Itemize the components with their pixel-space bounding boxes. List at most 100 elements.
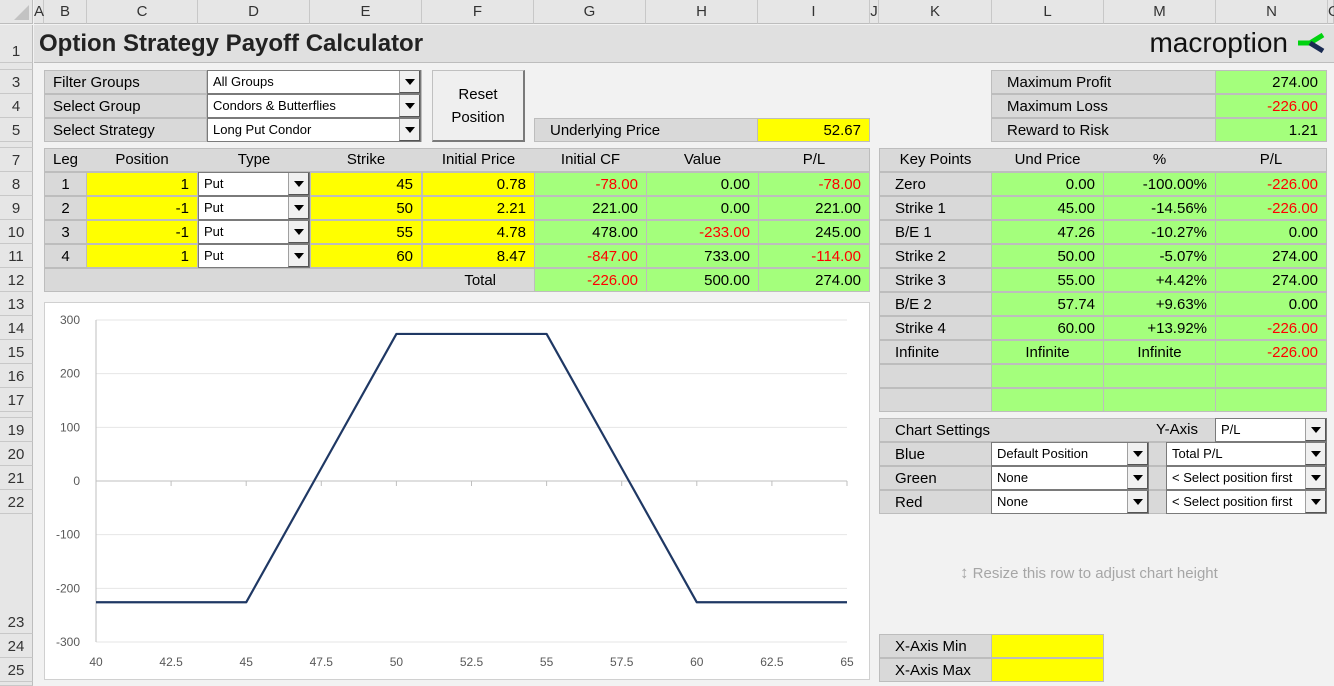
column-header-o[interactable]: O <box>1328 0 1334 24</box>
row-header-1[interactable]: 1 <box>0 25 33 63</box>
row-header-25[interactable]: 25 <box>0 658 33 682</box>
chevron-down-icon[interactable] <box>1127 443 1148 465</box>
key-point-pl: -226.00 <box>1215 196 1327 220</box>
column-header-m[interactable]: M <box>1104 0 1216 24</box>
chevron-down-icon[interactable] <box>288 197 309 219</box>
key-point-pct: +9.63% <box>1103 292 1216 316</box>
chart-green-position-dropdown[interactable]: None <box>991 466 1149 490</box>
resize-hint-text: Resize this row to adjust chart height <box>972 565 1218 582</box>
leg-type-dropdown[interactable]: Put <box>198 172 310 196</box>
chevron-down-icon[interactable] <box>399 71 420 93</box>
column-header-e[interactable]: E <box>310 0 422 24</box>
column-header-n[interactable]: N <box>1216 0 1328 24</box>
leg-initial-price-input[interactable]: 8.47 <box>422 244 535 268</box>
column-header-h[interactable]: H <box>646 0 758 24</box>
column-header-i[interactable]: I <box>758 0 870 24</box>
row-header-19[interactable]: 19 <box>0 418 33 442</box>
column-header-k[interactable]: K <box>879 0 992 24</box>
select-all-corner[interactable] <box>0 0 33 24</box>
column-header-f[interactable]: F <box>422 0 534 24</box>
leg-position-input[interactable]: -1 <box>86 220 198 244</box>
leg-initial-price-input[interactable]: 4.78 <box>422 220 535 244</box>
leg-position-input[interactable]: 1 <box>86 172 198 196</box>
chevron-down-icon[interactable] <box>1305 491 1326 513</box>
row-header-8[interactable]: 8 <box>0 172 33 196</box>
leg-type-dropdown[interactable]: Put <box>198 220 310 244</box>
x-axis-max-input[interactable] <box>991 658 1104 682</box>
row-header-22[interactable]: 22 <box>0 490 33 514</box>
chart-blue-series-dropdown[interactable]: Total P/L <box>1166 442 1327 466</box>
leg-strike-input[interactable]: 45 <box>310 172 422 196</box>
chevron-down-icon[interactable] <box>399 119 420 141</box>
key-point-name: Strike 3 <box>879 268 992 292</box>
reset-position-button[interactable]: Reset Position <box>432 70 525 142</box>
chevron-down-icon[interactable] <box>288 245 309 267</box>
key-point-pl: 274.00 <box>1215 244 1327 268</box>
select-strategy-dropdown[interactable]: Long Put Condor <box>207 118 421 142</box>
payoff-chart[interactable]: 300 200 100 0 -100 -200 -300 40 42.5 45 47.5 50 52.5… <box>44 302 870 680</box>
row-header-16[interactable]: 16 <box>0 364 33 388</box>
row-header-15[interactable]: 15 <box>0 340 33 364</box>
filter-groups-dropdown[interactable]: All Groups <box>207 70 421 94</box>
row-header-hidden[interactable] <box>0 682 33 686</box>
legs-header-position: Position <box>115 151 169 168</box>
underlying-price-input[interactable]: 52.67 <box>757 118 870 142</box>
row-header-23[interactable]: 23 <box>0 514 33 634</box>
row-header-24[interactable]: 24 <box>0 634 33 658</box>
row-header-10[interactable]: 10 <box>0 220 33 244</box>
row-header-12[interactable]: 12 <box>0 268 33 292</box>
column-header-l[interactable]: L <box>992 0 1104 24</box>
column-header-d[interactable]: D <box>198 0 310 24</box>
chevron-down-icon[interactable] <box>1127 491 1148 513</box>
chevron-down-icon[interactable] <box>1305 443 1326 465</box>
legs-total-label: Total <box>44 268 535 292</box>
chevron-down-icon[interactable] <box>1305 419 1326 441</box>
x-tick-label: 42.5 <box>159 655 183 669</box>
row-header-3[interactable]: 3 <box>0 70 33 94</box>
column-header-g[interactable]: G <box>534 0 646 24</box>
leg-strike-input[interactable]: 50 <box>310 196 422 220</box>
column-header-a[interactable]: A <box>34 0 44 24</box>
chevron-down-icon[interactable] <box>1127 467 1148 489</box>
chevron-down-icon[interactable] <box>1305 467 1326 489</box>
leg-value: -233.00 <box>646 220 759 244</box>
row-header-7[interactable]: 7 <box>0 148 33 172</box>
row-header-14[interactable]: 14 <box>0 316 33 340</box>
chart-red-series-dropdown[interactable]: < Select position first <box>1166 490 1327 514</box>
key-point-und-price <box>991 388 1104 412</box>
row-header-13[interactable]: 13 <box>0 292 33 316</box>
x-tick-label: 57.5 <box>610 655 634 669</box>
leg-position-input[interactable]: -1 <box>86 196 198 220</box>
leg-type-dropdown[interactable]: Put <box>198 196 310 220</box>
column-header-b[interactable]: B <box>44 0 87 24</box>
chart-green-series-dropdown[interactable]: < Select position first <box>1166 466 1327 490</box>
chevron-down-icon[interactable] <box>399 95 420 117</box>
key-point-pct: Infinite <box>1103 340 1216 364</box>
leg-initial-price-input[interactable]: 0.78 <box>422 172 535 196</box>
leg-position-input[interactable]: 1 <box>86 244 198 268</box>
row-header-20[interactable]: 20 <box>0 442 33 466</box>
y-axis-dropdown[interactable]: P/L <box>1215 418 1327 442</box>
leg-strike-input[interactable]: 55 <box>310 220 422 244</box>
row-header-hidden[interactable] <box>0 63 33 70</box>
key-point-und-price: 57.74 <box>991 292 1104 316</box>
leg-strike-input[interactable]: 60 <box>310 244 422 268</box>
chevron-down-icon[interactable] <box>288 221 309 243</box>
chevron-down-icon[interactable] <box>288 173 309 195</box>
leg-type-dropdown[interactable]: Put <box>198 244 310 268</box>
row-header-11[interactable]: 11 <box>0 244 33 268</box>
leg-initial-price-input[interactable]: 2.21 <box>422 196 535 220</box>
row-header-4[interactable]: 4 <box>0 94 33 118</box>
x-tick-label: 47.5 <box>310 655 334 669</box>
select-group-dropdown[interactable]: Condors & Butterflies <box>207 94 421 118</box>
row-header-17[interactable]: 17 <box>0 388 33 412</box>
row-header-5[interactable]: 5 <box>0 118 33 142</box>
chart-blue-position-dropdown[interactable]: Default Position <box>991 442 1149 466</box>
column-header-c[interactable]: C <box>87 0 198 24</box>
row-header-21[interactable]: 21 <box>0 466 33 490</box>
x-axis-min-input[interactable] <box>991 634 1104 658</box>
column-header-j[interactable]: J <box>870 0 879 24</box>
row-header-9[interactable]: 9 <box>0 196 33 220</box>
chart-red-position-dropdown[interactable]: None <box>991 490 1149 514</box>
macroption-logo-icon <box>1298 32 1325 54</box>
